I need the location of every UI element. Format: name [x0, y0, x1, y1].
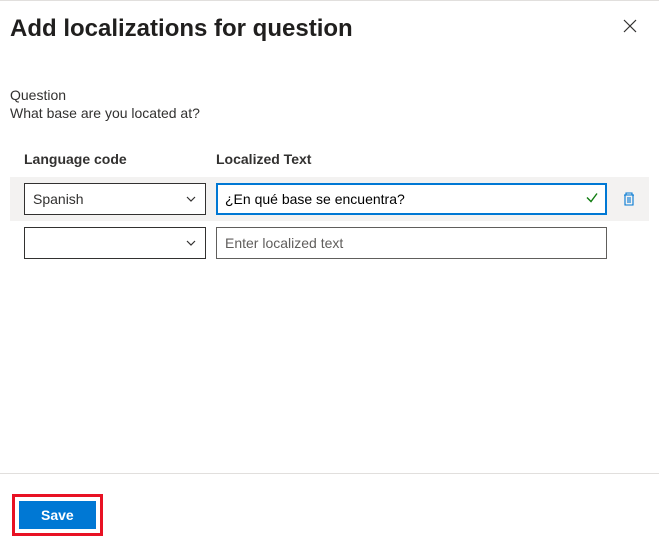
chevron-down-icon [185, 237, 197, 249]
localization-row: Spanish [10, 177, 649, 221]
trash-icon [621, 191, 637, 207]
column-header-language: Language code [24, 151, 206, 167]
panel-title: Add localizations for question [10, 15, 353, 43]
language-select[interactable]: Spanish [24, 183, 206, 215]
tutorial-highlight: Save [12, 494, 103, 536]
close-button[interactable] [619, 15, 641, 42]
localization-row [10, 221, 649, 265]
close-icon [623, 19, 637, 33]
delete-row-button[interactable] [617, 187, 641, 211]
localized-text-input[interactable] [216, 183, 607, 215]
chevron-down-icon [185, 193, 197, 205]
question-label: Question [10, 87, 649, 103]
language-select[interactable] [24, 227, 206, 259]
localized-text-input[interactable] [216, 227, 607, 259]
checkmark-icon [585, 191, 599, 208]
save-button[interactable]: Save [19, 501, 96, 529]
language-select-value: Spanish [33, 191, 84, 207]
question-text: What base are you located at? [10, 105, 649, 121]
column-header-localized: Localized Text [216, 151, 649, 167]
